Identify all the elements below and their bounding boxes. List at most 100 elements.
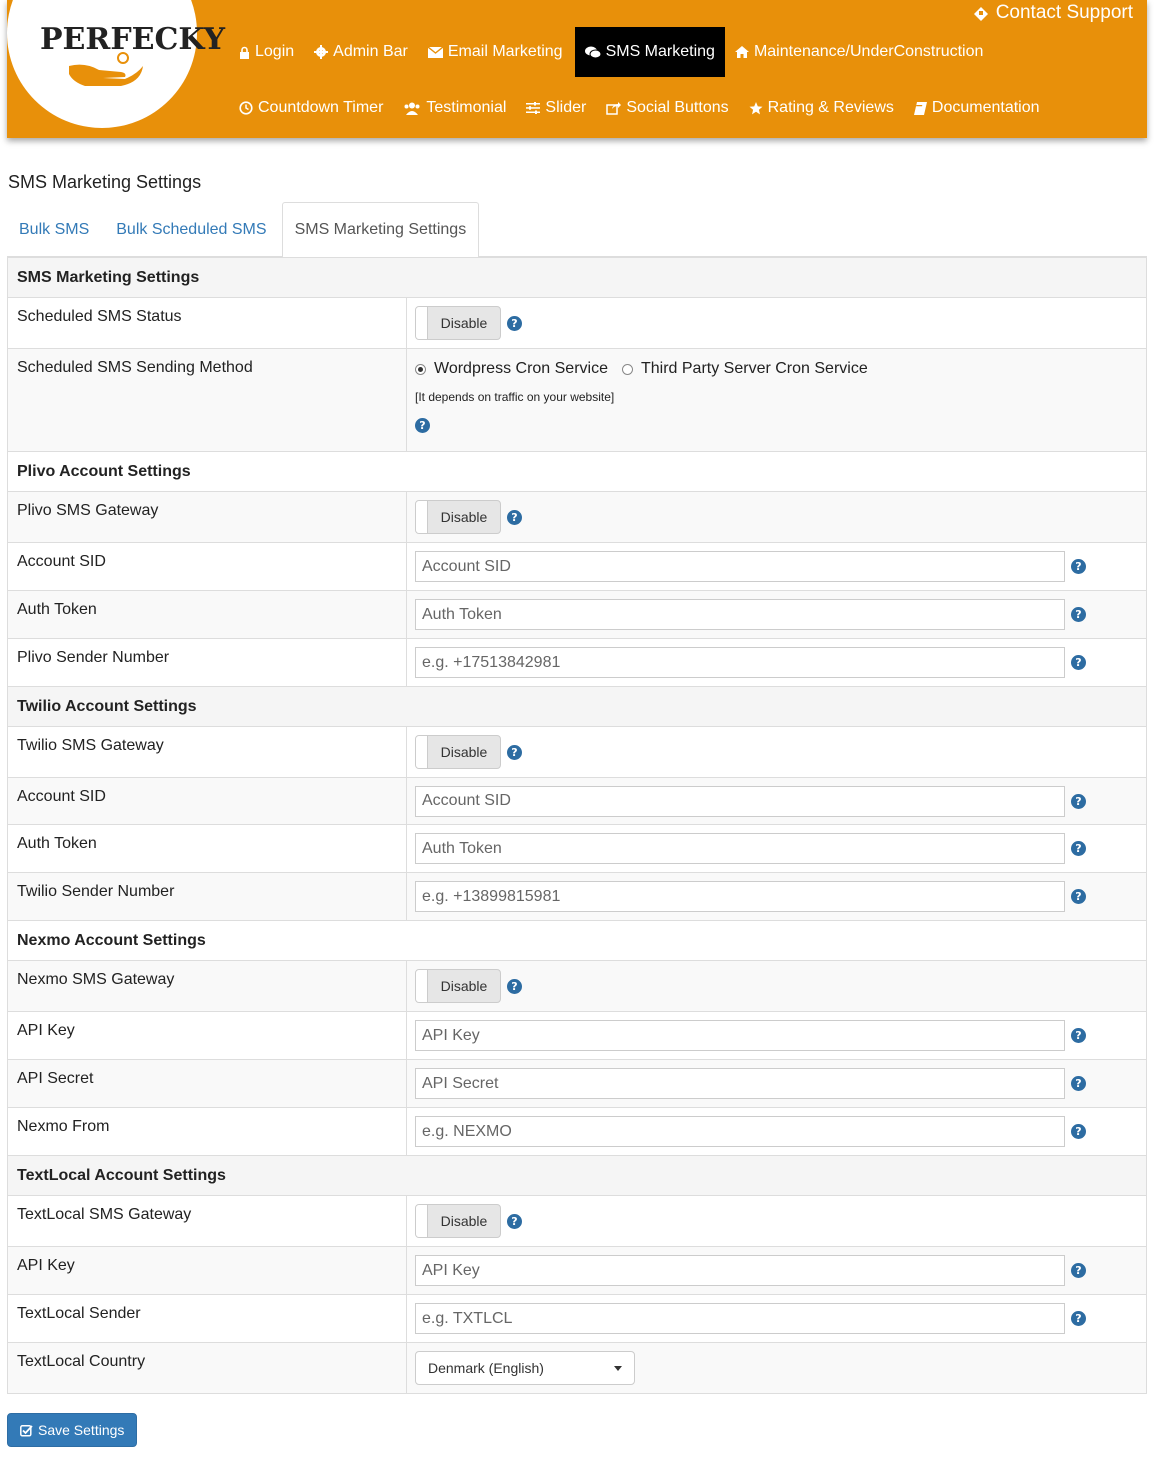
row-nexmo-api-secret: API Secret ? xyxy=(8,1059,1146,1107)
nexmo-gateway-toggle[interactable]: Disable xyxy=(415,969,501,1003)
nexmo-api-secret-input[interactable] xyxy=(415,1068,1065,1099)
help-icon[interactable]: ? xyxy=(1071,1076,1086,1091)
plivo-auth-token-input[interactable] xyxy=(415,599,1065,630)
help-icon[interactable]: ? xyxy=(1071,1124,1086,1139)
radio-label: Wordpress Cron Service xyxy=(434,360,608,377)
field-label: Auth Token xyxy=(8,591,407,638)
radio-label: Third Party Server Cron Service xyxy=(640,360,868,377)
nexmo-from-input[interactable] xyxy=(415,1116,1065,1147)
nav-slider-label: Slider xyxy=(545,99,587,116)
nav-slider[interactable]: Slider xyxy=(516,83,596,133)
section-textlocal-account: TextLocal Account Settings xyxy=(8,1155,1146,1195)
radio-wordpress-cron[interactable]: Wordpress Cron Service xyxy=(415,360,608,378)
help-icon[interactable]: ? xyxy=(415,418,430,433)
nav-admin-bar-label: Admin Bar xyxy=(333,43,408,60)
nav-login[interactable]: Login xyxy=(229,27,304,77)
gear-icon xyxy=(314,45,329,59)
help-icon[interactable]: ? xyxy=(1071,1028,1086,1043)
textlocal-api-key-input[interactable] xyxy=(415,1255,1065,1286)
toggle-label: Disable xyxy=(440,744,488,760)
row-textlocal-sender: TextLocal Sender ? xyxy=(8,1294,1146,1342)
nav-social-buttons[interactable]: Social Buttons xyxy=(596,83,738,133)
help-icon[interactable]: ? xyxy=(507,978,522,994)
section-twilio-account: Twilio Account Settings xyxy=(8,686,1146,726)
nav-rating-reviews[interactable]: Rating & Reviews xyxy=(739,83,904,133)
help-icon[interactable]: ? xyxy=(1071,607,1086,622)
radio-third-party-cron[interactable]: Third Party Server Cron Service xyxy=(621,360,868,378)
tab-bulk-sms[interactable]: Bulk SMS xyxy=(7,202,101,257)
help-icon[interactable]: ? xyxy=(1071,655,1086,670)
toggle-label: Disable xyxy=(440,1213,488,1229)
nav-row-secondary: Countdown Timer Testimonial Slider Socia… xyxy=(229,83,1050,133)
section-sms-marketing-settings: SMS Marketing Settings xyxy=(8,257,1146,297)
nav-email-marketing[interactable]: Email Marketing xyxy=(418,27,573,77)
toggle-label: Disable xyxy=(440,509,488,525)
nav-admin-bar[interactable]: Admin Bar xyxy=(304,27,418,77)
logo-circle[interactable]: PERFECKY xyxy=(7,0,225,128)
hand-logo-icon xyxy=(69,52,143,86)
nav-sms-marketing[interactable]: SMS Marketing xyxy=(574,27,725,77)
twilio-auth-token-input[interactable] xyxy=(415,833,1065,864)
toggle-knob xyxy=(416,307,428,339)
section-heading: TextLocal Account Settings xyxy=(17,1166,226,1184)
share-icon xyxy=(606,101,622,115)
page-title: SMS Marketing Settings xyxy=(8,172,202,192)
users-icon xyxy=(404,102,420,115)
tab-bulk-scheduled-sms[interactable]: Bulk Scheduled SMS xyxy=(101,202,278,257)
help-icon[interactable]: ? xyxy=(507,744,522,760)
save-settings-button[interactable]: Save Settings xyxy=(7,1413,138,1447)
help-icon[interactable]: ? xyxy=(1071,1263,1086,1278)
textlocal-sender-input[interactable] xyxy=(415,1303,1065,1334)
field-label: Plivo SMS Gateway xyxy=(8,492,407,542)
plivo-gateway-toggle[interactable]: Disable xyxy=(415,500,501,534)
toggle-label: Disable xyxy=(440,978,488,994)
nexmo-api-key-input[interactable] xyxy=(415,1020,1065,1051)
help-icon[interactable]: ? xyxy=(1071,559,1086,574)
nav-row-primary: Login Admin Bar Email Marketing SMS Mark… xyxy=(229,27,993,77)
row-nexmo-gateway: Nexmo SMS Gateway Disable ? xyxy=(8,960,1146,1011)
twilio-gateway-toggle[interactable]: Disable xyxy=(415,735,501,769)
field-label: Scheduled SMS Sending Method xyxy=(8,349,407,451)
row-sending-method: Scheduled SMS Sending Method Wordpress C… xyxy=(8,348,1146,451)
nav-documentation[interactable]: Documentation xyxy=(904,83,1050,133)
nav-countdown-timer-label: Countdown Timer xyxy=(258,99,384,116)
scheduled-status-toggle[interactable]: Disable xyxy=(415,306,501,340)
field-label: API Secret xyxy=(8,1060,407,1107)
help-icon[interactable]: ? xyxy=(1071,1311,1086,1326)
twilio-account-sid-input[interactable] xyxy=(415,785,1065,817)
nav-maintenance[interactable]: Maintenance/UnderConstruction xyxy=(725,27,993,77)
help-icon[interactable]: ? xyxy=(1071,793,1086,809)
radio-button[interactable] xyxy=(415,363,426,375)
sliders-icon xyxy=(526,102,541,114)
radio-button[interactable] xyxy=(621,363,633,375)
toggle-knob xyxy=(416,501,428,533)
tab-sms-marketing-settings[interactable]: SMS Marketing Settings xyxy=(281,202,480,258)
row-twilio-sender-number: Twilio Sender Number ? xyxy=(8,872,1146,920)
help-icon[interactable]: ? xyxy=(1071,841,1086,856)
twilio-sender-number-input[interactable] xyxy=(415,881,1065,912)
help-icon[interactable]: ? xyxy=(1071,889,1086,904)
nav-email-marketing-label: Email Marketing xyxy=(447,43,563,60)
nav-countdown-timer[interactable]: Countdown Timer xyxy=(229,83,393,133)
help-icon[interactable]: ? xyxy=(507,1213,522,1229)
home-icon xyxy=(734,46,749,58)
row-twilio-gateway: Twilio SMS Gateway Disable ? xyxy=(8,726,1146,777)
plivo-sender-number-input[interactable] xyxy=(415,647,1065,678)
ticket-icon xyxy=(973,7,988,21)
row-nexmo-api-key: API Key ? xyxy=(8,1011,1146,1059)
nav-social-buttons-label: Social Buttons xyxy=(626,99,729,116)
section-heading: SMS Marketing Settings xyxy=(17,268,200,286)
plivo-account-sid-input[interactable] xyxy=(415,551,1065,582)
row-textlocal-gateway: TextLocal SMS Gateway Disable ? xyxy=(8,1195,1146,1246)
help-icon[interactable]: ? xyxy=(507,509,522,525)
row-plivo-auth-token: Auth Token ? xyxy=(8,590,1146,638)
contact-support-link[interactable]: Contact Support xyxy=(972,2,1133,24)
textlocal-gateway-toggle[interactable]: Disable xyxy=(415,1204,501,1238)
help-icon[interactable]: ? xyxy=(507,315,522,331)
row-twilio-account-sid: Account SID ? xyxy=(8,777,1146,824)
nav-testimonial[interactable]: Testimonial xyxy=(393,83,516,133)
textlocal-country-select[interactable]: Denmark (English) xyxy=(415,1351,635,1385)
toggle-knob xyxy=(416,736,428,768)
field-label: Auth Token xyxy=(8,825,407,872)
tab-bar: Bulk SMS Bulk Scheduled SMS SMS Marketin… xyxy=(7,202,1147,258)
